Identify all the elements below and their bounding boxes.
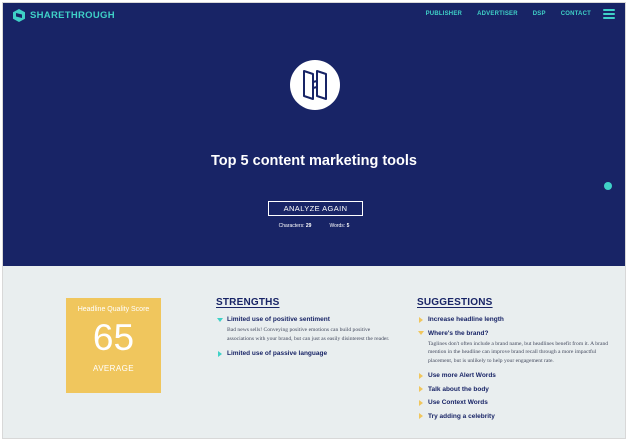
nav-link-publisher[interactable]: PUBLISHER [426, 11, 462, 17]
hero-section: SHARETHROUGH PUBLISHER ADVERTISER DSP CO… [3, 3, 625, 266]
suggestion-description: Taglines don't often include a brand nam… [428, 340, 609, 364]
nav-link-advertiser[interactable]: ADVERTISER [477, 11, 518, 17]
analyze-again-button[interactable]: ANALYZE AGAIN [268, 201, 363, 216]
headline-counts: Characters: 29 Words: 5 [3, 223, 625, 229]
headline-title: Top 5 content marketing tools [211, 153, 417, 169]
triangle-down-icon [417, 329, 424, 338]
nav-link-contact[interactable]: CONTACT [561, 11, 591, 17]
suggestion-label: Where's the brand? [428, 329, 489, 337]
strength-item-positive-sentiment[interactable]: Limited use of positive sentiment [216, 315, 391, 324]
suggestion-item-alert-words[interactable]: Use more Alert Words [417, 371, 612, 380]
headline-score-card: Headline Quality Score 65 AVERAGE [66, 298, 161, 393]
emblem-glyph [303, 70, 327, 100]
strengths-title: STRENGTHS [216, 297, 280, 308]
triangle-right-icon [417, 371, 424, 380]
strength-item-passive-language[interactable]: Limited use of passive language [216, 349, 391, 358]
triangle-down-icon [216, 315, 223, 324]
triangle-right-icon [417, 385, 424, 394]
hamburger-bar [603, 9, 615, 11]
suggestion-item-brand[interactable]: Where's the brand? [417, 329, 612, 338]
hamburger-bar [603, 13, 615, 15]
suggestion-label: Use Context Words [428, 399, 488, 407]
score-value: 65 [92, 317, 135, 358]
suggestion-label: Increase headline length [428, 316, 504, 323]
hamburger-bar [603, 17, 615, 19]
score-label: Headline Quality Score [77, 306, 150, 313]
triangle-right-icon [216, 349, 223, 358]
words-count: Words: 5 [329, 223, 349, 229]
page-frame: SHARETHROUGH PUBLISHER ADVERTISER DSP CO… [2, 2, 626, 439]
suggestion-item-headline-length[interactable]: Increase headline length [417, 315, 612, 324]
suggestion-item-celebrity[interactable]: Try adding a celebrity [417, 412, 612, 421]
suggestion-item-context-words[interactable]: Use Context Words [417, 398, 612, 407]
suggestion-label: Talk about the body [428, 385, 489, 393]
strength-description: Bad news sells! Conveying positive emoti… [227, 327, 390, 342]
score-rating: AVERAGE [93, 364, 134, 373]
suggestions-title: SUGGESTIONS [417, 297, 493, 308]
suggestion-label: Try adding a celebrity [428, 412, 495, 420]
triangle-right-icon [417, 412, 424, 421]
hamburger-menu-icon[interactable] [603, 9, 615, 19]
words-label: Words: [329, 223, 346, 229]
triangle-right-icon [417, 315, 424, 324]
strength-label: Limited use of positive sentiment [227, 316, 330, 323]
triangle-right-icon [417, 398, 424, 407]
hexagon-logo-icon [13, 9, 25, 22]
brand-name: SHARETHROUGH [30, 10, 115, 21]
results-section: Headline Quality Score 65 AVERAGE STRENG… [3, 266, 625, 438]
suggestion-label: Use more Alert Words [428, 372, 496, 380]
suggestions-column: SUGGESTIONS Increase headline length Whe… [417, 297, 612, 425]
sharethrough-emblem-icon [290, 60, 340, 110]
words-value: 5 [346, 223, 350, 229]
top-nav: PUBLISHER ADVERTISER DSP CONTACT [426, 11, 591, 17]
strength-label: Limited use of passive language [227, 350, 328, 358]
characters-label: Characters: [278, 223, 305, 229]
characters-value: 29 [305, 223, 312, 229]
chat-bubble-icon[interactable] [604, 182, 612, 190]
characters-count: Characters: 29 [279, 223, 312, 229]
nav-link-dsp[interactable]: DSP [533, 11, 546, 17]
brand-logo[interactable]: SHARETHROUGH [13, 9, 115, 22]
strengths-column: STRENGTHS Limited use of positive sentim… [216, 297, 391, 358]
suggestion-item-body[interactable]: Talk about the body [417, 385, 612, 394]
